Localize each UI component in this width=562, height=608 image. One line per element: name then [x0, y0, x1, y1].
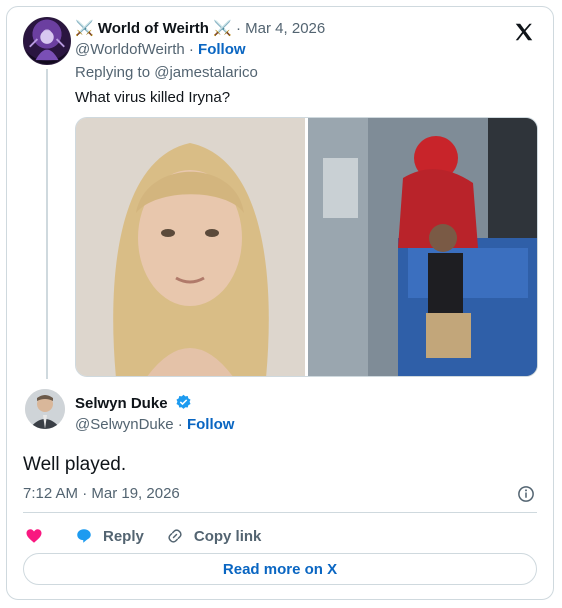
reply-author-avatar[interactable]	[25, 389, 65, 429]
reply-text: Well played.	[23, 454, 127, 475]
tweet-media[interactable]	[75, 117, 538, 377]
crossed-swords-icon: ⚔️	[75, 20, 94, 37]
reply-author-name[interactable]: Selwyn Duke	[75, 395, 168, 412]
copy-link-button[interactable]: Copy link	[166, 527, 262, 545]
info-icon[interactable]	[517, 485, 535, 503]
tweet-date[interactable]: Mar 4, 2026	[245, 20, 325, 37]
author-avatar[interactable]	[23, 17, 71, 65]
separator-dot: ·	[177, 416, 183, 433]
media-photo-portrait[interactable]	[76, 118, 305, 376]
separator-dot: ·	[188, 41, 194, 58]
tweet-header: ⚔️ World of Weirth ⚔️ · Mar 4, 2026	[75, 19, 325, 39]
divider	[23, 512, 537, 513]
author-name[interactable]: World of Weirth	[98, 20, 209, 37]
heart-icon	[26, 529, 42, 543]
crossed-swords-icon: ⚔️	[213, 20, 232, 37]
handle-row: @WorldofWeirth · Follow	[75, 40, 246, 60]
action-bar: Reply Copy link	[25, 527, 283, 545]
reply-author-handle[interactable]: @SelwynDuke	[75, 416, 174, 433]
reply-button[interactable]: Reply	[75, 527, 144, 545]
copy-link-label: Copy link	[193, 527, 262, 545]
replying-to[interactable]: Replying to @jamestalarico	[75, 63, 258, 83]
read-more-button[interactable]: Read more on X	[23, 553, 537, 585]
like-button[interactable]	[25, 527, 53, 545]
reply-follow-button[interactable]: Follow	[187, 416, 235, 433]
embedded-tweet-card: ⚔️ World of Weirth ⚔️ · Mar 4, 2026 @Wor…	[6, 6, 554, 600]
reply-timestamp[interactable]: 7:12 AM · Mar 19, 2026	[23, 485, 180, 502]
separator-dot: ·	[236, 20, 241, 37]
verified-badge-icon	[176, 394, 191, 409]
reply-bubble-icon	[77, 529, 91, 543]
link-icon	[168, 529, 182, 543]
thread-connector-line	[46, 69, 48, 379]
tweet-text: What virus killed Iryna?	[75, 89, 231, 106]
author-handle[interactable]: @WorldofWeirth	[75, 41, 185, 58]
x-logo-icon[interactable]	[513, 21, 535, 43]
media-photo-train[interactable]	[308, 118, 537, 376]
reply-handle-row: @SelwynDuke · Follow	[75, 416, 234, 433]
reply-label: Reply	[103, 527, 144, 545]
follow-button[interactable]: Follow	[198, 41, 246, 58]
reply-author-row: Selwyn Duke	[75, 394, 192, 412]
